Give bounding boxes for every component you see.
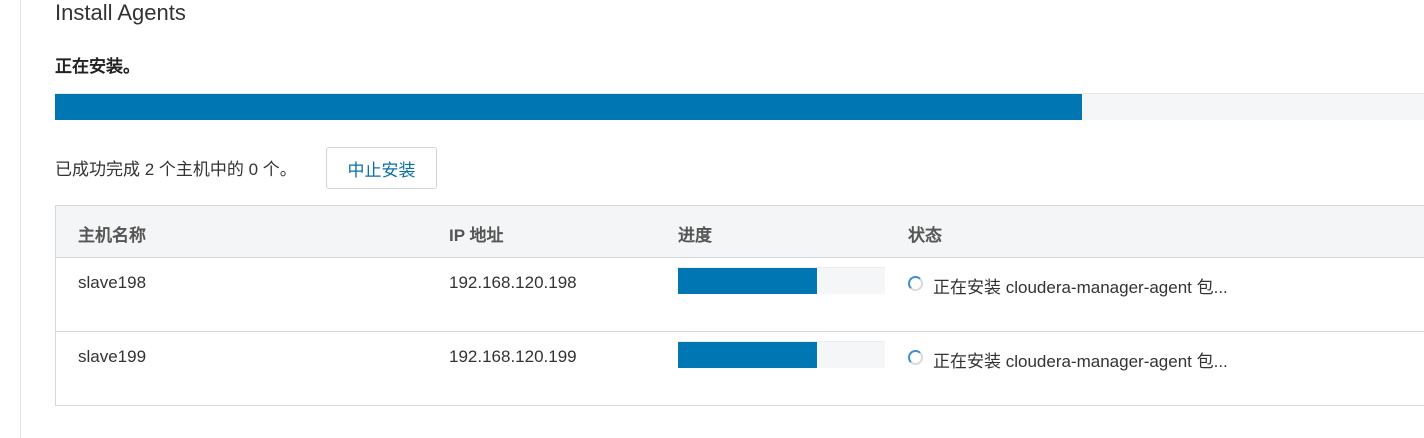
install-status-heading: 正在安装。: [55, 57, 140, 76]
table-row: slave198 192.168.120.198 正在安装 cloudera-m…: [56, 258, 1424, 332]
table-row: slave199 192.168.120.199 正在安装 cloudera-m…: [56, 332, 1424, 406]
loading-spinner-icon: [908, 350, 923, 365]
loading-spinner-icon: [908, 276, 923, 291]
ip-address-cell: 192.168.120.199: [449, 347, 577, 366]
overall-progress-bar: [55, 93, 1424, 120]
completion-summary: 已成功完成 2 个主机中的 0 个。: [55, 160, 297, 179]
status-cell: 正在安装 cloudera-manager-agent 包...: [933, 278, 1228, 297]
ip-address-cell: 192.168.120.198: [449, 273, 577, 292]
page-left-divider: [20, 0, 21, 438]
status-cell: 正在安装 cloudera-manager-agent 包...: [933, 352, 1228, 371]
abort-install-button[interactable]: 中止安装: [326, 147, 437, 189]
column-header-status[interactable]: 状态: [908, 221, 942, 246]
overall-progress-fill: [55, 94, 1082, 120]
hostname-cell: slave199: [78, 347, 147, 366]
column-header-hostname[interactable]: 主机名称: [78, 221, 146, 246]
host-progress-bar: [678, 341, 885, 368]
host-progress-fill: [678, 342, 817, 368]
column-header-progress[interactable]: 进度: [678, 221, 712, 246]
host-progress-bar: [678, 267, 885, 294]
column-header-ip-address[interactable]: IP 地址: [449, 221, 503, 246]
hosts-table: 主机名称 IP 地址 进度 状态 slave198 192.168.120.19…: [55, 205, 1424, 406]
host-progress-fill: [678, 268, 817, 294]
page-title: Install Agents: [55, 0, 186, 25]
table-header: 主机名称 IP 地址 进度 状态: [56, 206, 1424, 258]
hostname-cell: slave198: [78, 273, 147, 292]
